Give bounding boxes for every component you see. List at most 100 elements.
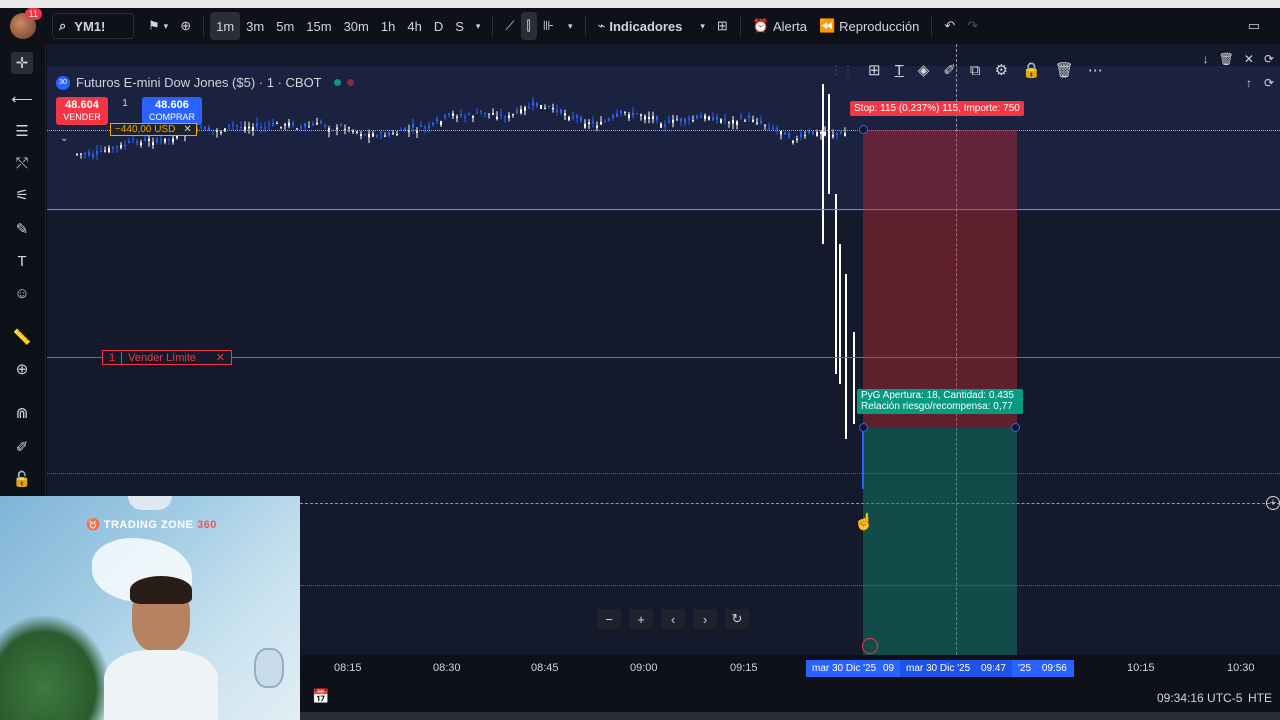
interval-d[interactable]: D	[428, 12, 449, 40]
time-axis[interactable]: 08:15 08:30 08:45 09:00 09:15 10:15 10:3…	[300, 655, 1280, 682]
entry-handle-left[interactable]	[859, 423, 868, 432]
text-style-icon[interactable]: T	[895, 62, 904, 79]
candle-body	[272, 122, 274, 126]
replay-marker-icon[interactable]	[862, 638, 878, 654]
chart-settings-icon[interactable]: ⧉	[970, 62, 981, 79]
fill-color-icon[interactable]: ◈	[918, 61, 930, 79]
take-profit-zone[interactable]	[863, 428, 1017, 655]
candles-icon: ⫿	[526, 18, 531, 33]
interval-1h[interactable]: 1h	[375, 12, 401, 40]
emoji-icon[interactable]: ☺	[11, 282, 33, 304]
interval-4h[interactable]: 4h	[401, 12, 427, 40]
candle-body	[448, 113, 450, 115]
candle-body	[576, 115, 578, 118]
time-tick: 10:15	[1127, 662, 1155, 674]
undo-button[interactable]: ↶	[938, 12, 961, 40]
fullscreen-button[interactable]: ▭	[1242, 12, 1266, 40]
interval-3m[interactable]: 3m	[240, 12, 270, 40]
interval-15m[interactable]: 15m	[300, 12, 337, 40]
forecast-icon[interactable]: ⚟	[11, 184, 33, 206]
reset-chart-button[interactable]: ↻	[725, 609, 749, 629]
interval-5m[interactable]: 5m	[270, 12, 300, 40]
watchlist-flag-button[interactable]: ⚑ ▾	[142, 12, 174, 40]
interval-1m[interactable]: 1m	[210, 12, 241, 40]
interval-dropdown[interactable]: ▾	[470, 12, 487, 40]
candle-body	[500, 114, 502, 116]
sell-limit-order-tag[interactable]: 1 Vender Límite ✕	[102, 350, 232, 365]
lock-icon[interactable]: 🔒	[1022, 61, 1041, 79]
close-icon[interactable]: ✕	[216, 351, 225, 364]
alert-button[interactable]: ⏰ Alerta	[747, 12, 813, 40]
ruler-icon[interactable]: 📏	[11, 326, 33, 348]
pencil-lock-icon[interactable]: ✐	[11, 436, 33, 458]
candle-body	[804, 135, 806, 137]
magnet-icon[interactable]: ⋒	[11, 402, 33, 424]
buy-label: COMPRAR	[148, 112, 195, 122]
buy-button[interactable]: 48.606 COMPRAR	[142, 97, 202, 125]
arrow-up-icon[interactable]: ↑	[1246, 76, 1252, 90]
candle-body	[588, 122, 590, 125]
drag-handle-icon[interactable]: ⋮⋮	[830, 63, 854, 77]
candle-body	[240, 126, 242, 128]
lock-icon[interactable]: 🔓	[11, 468, 33, 490]
bars-button[interactable]: ⊪ ▾	[537, 12, 579, 40]
add-symbol-button[interactable]: ⊕	[174, 12, 197, 40]
candle-body	[760, 120, 762, 124]
crosshair-icon[interactable]: ✛	[11, 52, 33, 74]
legend-collapse-icon[interactable]: ⌄	[60, 133, 68, 144]
interval-s[interactable]: S	[449, 12, 470, 40]
symbol-search[interactable]: ⌕ YM1!	[52, 13, 134, 39]
refresh-icon[interactable]: ⟳	[1264, 76, 1274, 90]
position-pnl-tag[interactable]: −440,00 USD ✕	[110, 123, 197, 136]
close-icon[interactable]: ✕	[1244, 52, 1254, 66]
zoom-icon[interactable]: ⊕	[11, 358, 33, 380]
person-hair	[130, 576, 192, 604]
close-icon[interactable]: ✕	[183, 124, 191, 135]
date-range-icon[interactable]: 📅	[312, 688, 329, 705]
settings-icon[interactable]: ⚙	[995, 61, 1008, 79]
indicators-button[interactable]: ⌁ Indicadores ▾	[592, 12, 711, 40]
candle-body	[368, 134, 370, 138]
candles-button[interactable]: ⫿	[520, 12, 537, 40]
candle-body	[268, 123, 270, 125]
sell-button[interactable]: 48.604 VENDER	[56, 97, 108, 125]
fib-icon[interactable]: ☰	[11, 120, 33, 142]
brush-icon[interactable]: ✎	[11, 218, 33, 240]
replay-button[interactable]: ⏪ Reproducción	[813, 12, 925, 40]
entry-handle-right[interactable]	[1011, 423, 1020, 432]
session-label[interactable]: HTE	[1248, 691, 1272, 705]
line-chart-button[interactable]: ⟋	[499, 12, 520, 40]
candle-body	[424, 126, 426, 128]
refresh-icon[interactable]: ⟳	[1264, 52, 1274, 66]
interval-30m[interactable]: 30m	[338, 12, 375, 40]
add-price-line-icon[interactable]: +	[1266, 496, 1280, 510]
quantity-field[interactable]: 1	[108, 97, 142, 125]
trend-line-icon[interactable]: ⟵	[11, 88, 33, 110]
sell-label: VENDER	[63, 112, 101, 122]
user-avatar[interactable]: 11	[10, 8, 42, 39]
scroll-left-button[interactable]: ‹	[661, 609, 685, 629]
crosshair-horizontal	[300, 503, 1280, 504]
zoom-in-button[interactable]: +	[629, 609, 653, 629]
redo-button[interactable]: ↷	[961, 12, 984, 40]
stop-handle[interactable]	[859, 125, 868, 134]
line-color-icon[interactable]: ✐	[943, 61, 956, 79]
zoom-out-button[interactable]: −	[597, 609, 621, 629]
pattern-icon[interactable]: ⤲	[11, 152, 33, 174]
trash-icon[interactable]: 🗑	[1055, 61, 1074, 79]
candle-body	[752, 119, 754, 122]
candle-body	[556, 110, 558, 112]
scroll-right-button[interactable]: ›	[693, 609, 717, 629]
trash-icon[interactable]: 🗑	[1219, 52, 1234, 66]
more-icon[interactable]: ⋯	[1088, 61, 1103, 79]
template-icon[interactable]: ⊞	[868, 61, 881, 79]
candle-body	[148, 138, 150, 141]
time-tick: 09:00	[630, 662, 658, 674]
text-icon[interactable]: T	[11, 250, 33, 272]
layouts-button[interactable]: ⊞	[711, 12, 734, 40]
arrow-down-icon[interactable]: ↓	[1203, 52, 1209, 66]
candle-body	[692, 120, 694, 122]
clock[interactable]: 09:34:16 UTC-5	[1157, 691, 1242, 705]
stop-loss-zone[interactable]	[863, 130, 1017, 428]
candle-body	[656, 115, 658, 120]
